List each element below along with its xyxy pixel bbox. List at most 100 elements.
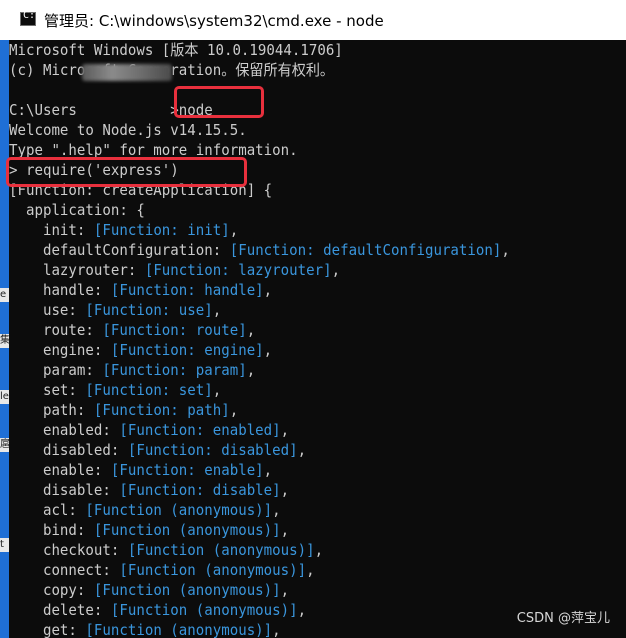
console-text: , [314, 541, 324, 559]
console-text: , [263, 461, 273, 479]
console-line: handle: [Function: handle], [9, 280, 272, 300]
function-value: [Function: defaultConfiguration] [229, 241, 502, 259]
console-line: defaultConfiguration: [Function: default… [9, 240, 510, 260]
console-text: copy: [9, 581, 94, 599]
console-text: enabled: [9, 421, 120, 439]
console-text: , [280, 521, 290, 539]
function-value: [Function: use] [85, 301, 213, 319]
console-line: bind: [Function (anonymous)], [9, 520, 289, 540]
function-value: [Function (anonymous)] [110, 601, 298, 619]
console-line: lazyrouter: [Function: lazyrouter], [9, 260, 340, 280]
console-text: Welcome to Node.js v14.15.5. [9, 121, 247, 139]
console-text: application: { [9, 201, 145, 219]
console-text: delete: [9, 601, 111, 619]
console-text: , [246, 321, 256, 339]
console-text: engine: [9, 341, 111, 359]
console-text: , [331, 261, 341, 279]
function-value: [Function: set] [85, 381, 213, 399]
strip-glyph: t [0, 538, 9, 552]
console-text: path: [9, 401, 94, 419]
cmd-icon-glyph: C:\ [23, 10, 42, 21]
console-text: , [272, 621, 281, 638]
function-value: [Function (anonymous)] [85, 501, 273, 519]
function-value: [Function: init] [93, 221, 230, 239]
console-text: disabled: [9, 441, 128, 459]
console-text: , [229, 221, 239, 239]
function-value: [Function: path] [93, 401, 230, 419]
console-line: disable: [Function: disable], [9, 480, 289, 500]
function-value: [Function: handle] [110, 281, 264, 299]
function-value: [Function: disabled] [127, 441, 298, 459]
console-line: disabled: [Function: disabled], [9, 440, 306, 460]
console-text: , [297, 441, 307, 459]
console-line: enabled: [Function: enabled], [9, 420, 289, 440]
console-line: delete: [Function (anonymous)], [9, 600, 306, 620]
console-text: init: [9, 221, 94, 239]
console-line: application: { [9, 200, 145, 220]
console-text: , [297, 601, 307, 619]
console-text: get: [9, 621, 86, 638]
console-text: bind: [9, 521, 94, 539]
console-text: , [280, 421, 290, 439]
console-line: route: [Function: route], [9, 320, 255, 340]
console-line: enable: [Function: enable], [9, 460, 272, 480]
console-text: connect: [9, 561, 120, 579]
function-value: [Function (anonymous)] [85, 621, 273, 638]
console-text: , [263, 281, 273, 299]
strip-glyph: e [0, 288, 9, 302]
console-line: set: [Function: set], [9, 380, 221, 400]
console-text: defaultConfiguration: [9, 241, 230, 259]
console-line: param: [Function: param], [9, 360, 255, 380]
console-text: Microsoft Windows [版本 10.0.19044.1706] [9, 41, 343, 59]
console-text: set: [9, 381, 86, 399]
console-line: copy: [Function (anonymous)], [9, 580, 289, 600]
csdn-watermark: CSDN @萍宝儿 [516, 611, 610, 626]
window-title: 管理员: C:\windows\system32\cmd.exe - node [44, 12, 384, 30]
function-value: [Function (anonymous)] [93, 581, 281, 599]
function-value: [Function: enabled] [119, 421, 281, 439]
function-value: [Function: param] [102, 361, 247, 379]
console-text: use: [9, 301, 86, 319]
console-text: handle: [9, 281, 111, 299]
console-text: , [272, 501, 281, 519]
function-value: [Function: enable] [110, 461, 264, 479]
background-window-strip: e 集 le 扈 t [0, 40, 9, 638]
function-value: [Function (anonymous)] [93, 521, 281, 539]
console-text: acl: [9, 501, 86, 519]
redacted-username [82, 64, 172, 81]
function-value: [Function (anonymous)] [119, 561, 307, 579]
console-text: , [212, 381, 222, 399]
function-value: [Function: lazyrouter] [144, 261, 332, 279]
console-line: Microsoft Windows [版本 10.0.19044.1706] [9, 40, 343, 60]
strip-glyph: 扈 [0, 438, 9, 452]
strip-glyph: le [0, 390, 9, 404]
console-text: route: [9, 321, 103, 339]
console-text: param: [9, 361, 103, 379]
console-text: lazyrouter: [9, 261, 145, 279]
window-titlebar[interactable]: C:\ 管理员: C:\windows\system32\cmd.exe - n… [0, 0, 626, 40]
highlight-require-command [6, 157, 247, 187]
console-text: disable: [9, 481, 120, 499]
console-output[interactable]: Microsoft Windows [版本 10.0.19044.1706] (c… [9, 40, 626, 638]
console-text: , [501, 241, 510, 259]
function-value: [Function: route] [102, 321, 247, 339]
function-value: [Function: engine] [110, 341, 264, 359]
function-value: [Function: disable] [119, 481, 281, 499]
function-value: [Function (anonymous)] [127, 541, 315, 559]
cmd-icon: C:\ [20, 10, 41, 26]
console-text: checkout: [9, 541, 128, 559]
strip-glyph: 集 [0, 334, 9, 348]
console-line: acl: [Function (anonymous)], [9, 500, 281, 520]
console-line: use: [Function: use], [9, 300, 221, 320]
highlight-node-command [174, 86, 264, 118]
console-text: , [212, 301, 222, 319]
console-line: checkout: [Function (anonymous)], [9, 540, 323, 560]
console-text: , [229, 401, 239, 419]
console-line: connect: [Function (anonymous)], [9, 560, 315, 580]
console-text: , [280, 481, 290, 499]
console-line: init: [Function: init], [9, 220, 238, 240]
console-text: , [306, 561, 315, 579]
console-line: Welcome to Node.js v14.15.5. [9, 120, 247, 140]
console-text: enable: [9, 461, 111, 479]
console-text: , [246, 361, 256, 379]
